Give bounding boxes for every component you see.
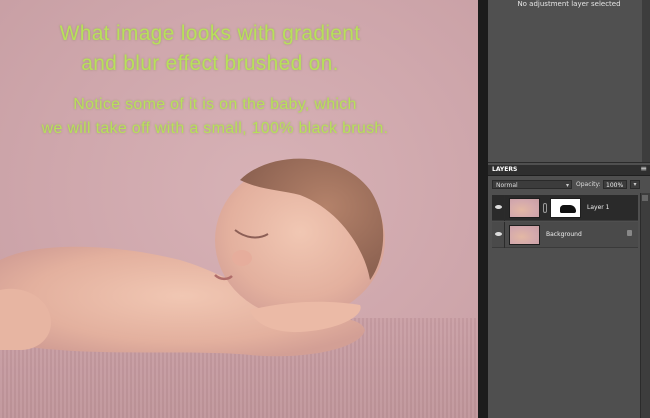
adjustments-scrollbar[interactable]	[642, 0, 650, 162]
sleeping-baby-photo	[0, 158, 385, 357]
overlay-text-line-3: Notice some of it is on the baby, which	[73, 96, 357, 113]
scroll-up-arrow[interactable]	[642, 195, 648, 201]
image-canvas[interactable]: What image looks with gradient and blur …	[0, 0, 478, 418]
layer-name: Layer 1	[587, 204, 610, 211]
blend-mode-value: Normal	[496, 182, 518, 189]
tab-layers[interactable]: LAYERS	[492, 166, 517, 173]
visibility-eye-icon[interactable]	[492, 195, 505, 221]
overlay-text-line-1: What image looks with gradient	[59, 22, 361, 45]
mask-shape	[560, 205, 576, 213]
blend-mode-select[interactable]: Normal ▾	[492, 180, 572, 189]
overlay-text-line-4: we will take off with a small, 100% blac…	[41, 120, 389, 137]
no-adjustment-message: No adjustment layer selected	[517, 0, 621, 8]
layer-row-background[interactable]: Background	[492, 222, 638, 248]
lock-icon	[627, 230, 632, 236]
overlay-text-line-2: and blur effect brushed on.	[81, 52, 339, 75]
layers-panel: LAYERS ≡ Normal ▾ Opacity: 100% ▾ Layer …	[488, 164, 650, 418]
panel-menu-icon[interactable]: ≡	[640, 164, 647, 173]
adjustments-panel: No adjustment layer selected	[488, 0, 650, 163]
layer-row-layer-1[interactable]: Layer 1	[492, 195, 638, 221]
panel-divider	[478, 0, 488, 418]
layer-thumbnail	[509, 198, 540, 218]
visibility-eye-icon[interactable]	[492, 222, 505, 248]
chevron-down-icon: ▾	[565, 182, 569, 189]
layer-name: Background	[546, 231, 582, 238]
layers-panel-header: LAYERS ≡	[488, 164, 650, 176]
mask-link-icon[interactable]	[543, 203, 547, 213]
opacity-label: Opacity:	[576, 181, 601, 188]
opacity-input[interactable]: 100%	[603, 180, 627, 189]
opacity-slider-button[interactable]: ▾	[630, 180, 640, 189]
layers-scrollbar[interactable]	[640, 193, 650, 418]
layer-thumbnail	[509, 225, 540, 245]
layer-mask-thumbnail[interactable]	[550, 198, 581, 218]
right-panels: No adjustment layer selected LAYERS ≡ No…	[488, 0, 650, 418]
